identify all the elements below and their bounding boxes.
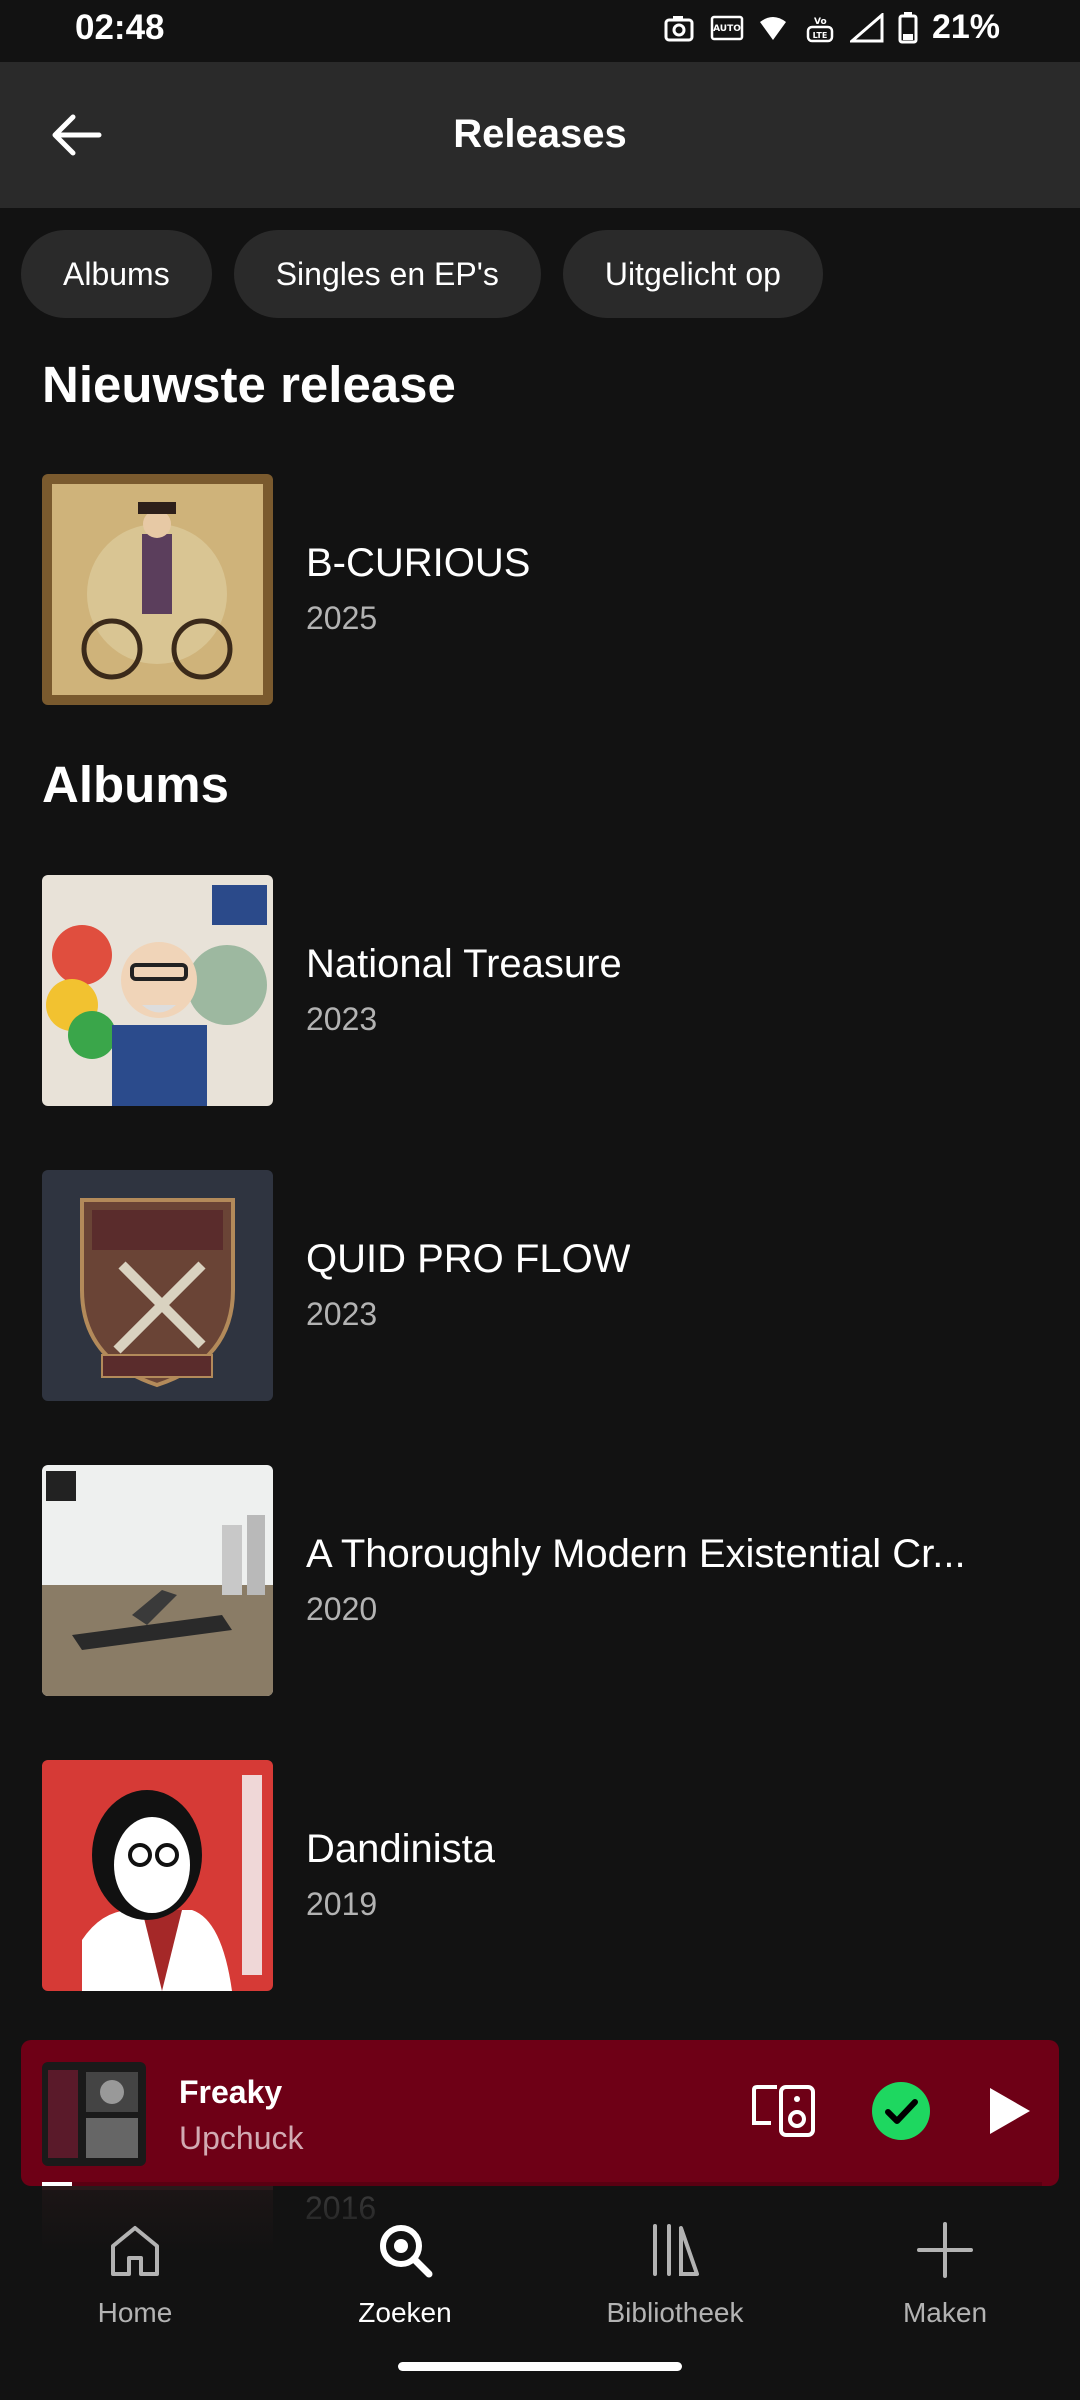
album-cover (42, 1464, 273, 1696)
play-icon (986, 2086, 1032, 2141)
signal-icon (849, 12, 884, 43)
album-cover (42, 874, 273, 1106)
album-item[interactable]: National Treasure 2023 (42, 874, 1042, 1106)
connect-device-button[interactable] (741, 2070, 827, 2156)
page-title: Releases (453, 112, 627, 156)
chip-featured-on[interactable]: Uitgelicht op (562, 230, 823, 318)
nav-label-create: Maken (902, 2297, 988, 2328)
saved-button[interactable] (858, 2070, 944, 2156)
album-cover (42, 1759, 273, 1991)
release-title: Dandinista (306, 1827, 496, 1871)
search-icon (375, 2220, 435, 2285)
release-year: 2023 (306, 1001, 378, 1037)
now-playing-title: Freaky (179, 2074, 283, 2110)
nav-label-home: Home (97, 2297, 173, 2328)
checkmark-circle-icon (871, 2081, 931, 2146)
play-button[interactable] (966, 2070, 1052, 2156)
release-year: 2025 (306, 600, 378, 636)
home-icon (105, 2220, 165, 2285)
release-year: 2023 (306, 1296, 378, 1332)
status-time: 02:48 (75, 8, 165, 47)
release-year: 2020 (306, 1591, 378, 1627)
release-title: QUID PRO FLOW (306, 1237, 631, 1281)
camera-icon (664, 14, 696, 42)
release-year: 2019 (306, 1886, 378, 1922)
home-indicator[interactable] (398, 2362, 682, 2371)
nav-home[interactable]: Home (35, 2220, 235, 2329)
filter-chips: Albums Singles en EP's Uitgelicht op (21, 230, 823, 318)
section-title-newest: Nieuwste release (42, 356, 456, 413)
release-title: B-CURIOUS (306, 541, 531, 585)
nav-label-search: Zoeken (358, 2297, 452, 2328)
album-item[interactable]: A Thoroughly Modern Existential Cr... 20… (42, 1464, 1042, 1696)
album-cover (42, 1169, 273, 1401)
plus-icon (915, 2220, 975, 2285)
wifi-icon (758, 14, 788, 42)
album-item[interactable]: QUID PRO FLOW 2023 (42, 1169, 1042, 1401)
playback-progress-fill (42, 2182, 72, 2186)
newest-release-item[interactable]: B-CURIOUS 2025 (42, 473, 1042, 705)
auto-hz-icon: AUTO (710, 14, 744, 42)
mini-player[interactable]: Freaky Upchuck (21, 2040, 1059, 2186)
now-playing-cover (42, 2062, 146, 2166)
section-title-albums: Albums (42, 756, 230, 813)
album-cover (42, 473, 273, 705)
svg-text:AUTO: AUTO (713, 24, 741, 34)
chip-albums[interactable]: Albums (21, 230, 212, 318)
svg-text:Vo: Vo (814, 17, 827, 27)
header: Releases (0, 62, 1080, 208)
volte-icon: LTE Vo (802, 13, 836, 43)
status-bar: 02:48 AUTO LTE Vo 21% (0, 0, 1080, 62)
svg-text:LTE: LTE (813, 31, 828, 40)
album-item[interactable]: Dandinista 2019 (42, 1759, 1042, 1991)
release-title: A Thoroughly Modern Existential Cr... (306, 1532, 966, 1576)
now-playing-artist: Upchuck (179, 2120, 304, 2156)
library-icon (645, 2220, 705, 2285)
battery-percent: 21% (931, 8, 1000, 46)
chip-singles-eps[interactable]: Singles en EP's (233, 230, 541, 318)
nav-search[interactable]: Zoeken (305, 2220, 505, 2329)
release-title: National Treasure (306, 942, 622, 986)
nav-library[interactable]: Bibliotheek (575, 2220, 775, 2329)
devices-icon (751, 2083, 817, 2144)
nav-label-library: Bibliotheek (606, 2297, 744, 2328)
nav-create[interactable]: Maken (845, 2220, 1045, 2329)
playback-progress-bar (42, 2182, 1042, 2186)
battery-icon (898, 11, 918, 44)
status-icons: AUTO LTE Vo 21% (664, 8, 1000, 47)
